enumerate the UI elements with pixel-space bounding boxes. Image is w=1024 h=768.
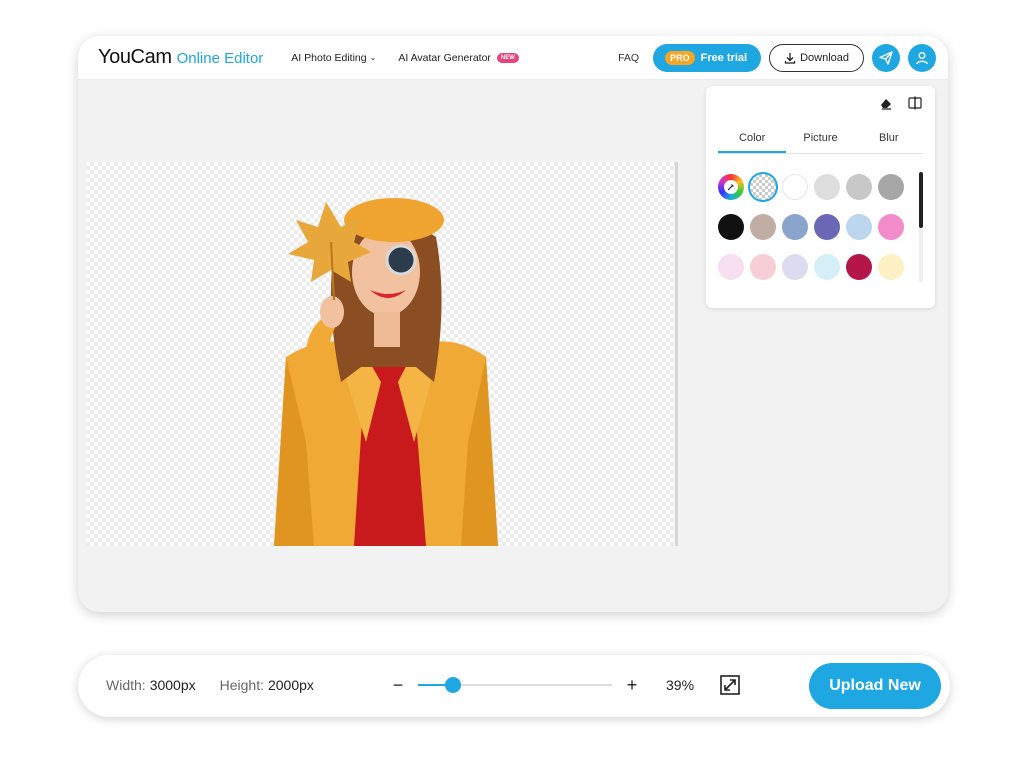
- editor-window: YouCam Online Editor AI Photo Editing ⌄ …: [78, 36, 948, 612]
- download-icon: [784, 52, 796, 64]
- image-dimensions: Width: 3000px Height: 2000px: [106, 677, 338, 693]
- bottom-toolbar: Width: 3000px Height: 2000px − + 39% Upl…: [78, 655, 950, 717]
- swatch-pale-cyan[interactable]: [814, 254, 840, 280]
- upload-new-button[interactable]: Upload New: [809, 663, 941, 709]
- nav-ai-photo-editing[interactable]: AI Photo Editing ⌄: [291, 52, 376, 64]
- height-value: 2000px: [267, 677, 314, 693]
- eyedropper-icon: [724, 180, 738, 194]
- download-button[interactable]: Download: [769, 43, 864, 72]
- new-badge: NEW: [496, 52, 519, 63]
- panel-tabs: Color Picture Blur: [718, 126, 923, 154]
- swatch-gray[interactable]: [846, 174, 872, 200]
- fit-screen-button[interactable]: [719, 674, 741, 701]
- faq-link[interactable]: FAQ: [618, 52, 639, 64]
- swatch-cream[interactable]: [878, 254, 904, 280]
- swatch-transparent[interactable]: [750, 174, 776, 200]
- download-label: Download: [800, 51, 849, 64]
- logo-sub: Online Editor: [176, 50, 264, 67]
- subject-photo: [274, 198, 498, 546]
- compare-icon: [908, 96, 922, 110]
- expand-icon: [720, 675, 740, 695]
- zoom-out-button[interactable]: −: [390, 673, 406, 697]
- swatch-lavender-blush[interactable]: [718, 254, 744, 280]
- color-swatch-grid: [718, 174, 914, 280]
- swatch-steel-blue[interactable]: [782, 214, 808, 240]
- scrollbar-thumb[interactable]: [919, 172, 923, 228]
- swatch-black[interactable]: [718, 214, 744, 240]
- pro-badge: PRO: [665, 50, 695, 65]
- zoom-slider-knob[interactable]: [444, 677, 461, 693]
- send-button[interactable]: [872, 43, 900, 72]
- send-icon: [879, 50, 893, 65]
- logo[interactable]: YouCam Online Editor: [98, 46, 263, 69]
- logo-main: YouCam: [98, 46, 172, 68]
- panel-tools: [865, 96, 923, 110]
- compare-button[interactable]: [907, 96, 923, 110]
- chevron-down-icon: ⌄: [369, 53, 377, 62]
- canvas-edge: [675, 162, 678, 546]
- eraser-button[interactable]: [879, 96, 893, 110]
- swatch-light-blue[interactable]: [846, 214, 872, 240]
- swatch-indigo[interactable]: [814, 214, 840, 240]
- account-button[interactable]: [908, 43, 936, 72]
- zoom-controls: − +: [390, 673, 640, 697]
- tab-color[interactable]: Color: [718, 126, 787, 153]
- zoom-slider[interactable]: [418, 673, 612, 697]
- editing-canvas[interactable]: [86, 162, 676, 546]
- height-label: Height:: [219, 677, 264, 693]
- top-navbar: YouCam Online Editor AI Photo Editing ⌄ …: [78, 36, 948, 80]
- nav-ai-photo-editing-label: AI Photo Editing: [291, 51, 367, 64]
- free-trial-button[interactable]: PRO Free trial: [653, 43, 762, 72]
- background-panel: Color Picture Blur: [706, 86, 935, 308]
- eraser-icon: [881, 99, 891, 110]
- width-label: Width:: [106, 677, 146, 693]
- user-icon: [916, 51, 928, 64]
- free-trial-label: Free trial: [700, 51, 748, 64]
- swatch-white[interactable]: [782, 174, 808, 200]
- tab-picture[interactable]: Picture: [786, 126, 854, 153]
- swatch-taupe[interactable]: [750, 214, 776, 240]
- nav-ai-avatar-generator[interactable]: AI Avatar Generator NEW: [398, 52, 519, 64]
- swatch-lavender[interactable]: [782, 254, 808, 280]
- nav-ai-avatar-generator-label: AI Avatar Generator: [398, 51, 491, 64]
- height-info: Height: 2000px: [220, 677, 314, 693]
- swatch-light-gray[interactable]: [814, 174, 840, 200]
- zoom-in-button[interactable]: +: [624, 673, 640, 697]
- swatch-scrollbar[interactable]: [919, 172, 923, 282]
- swatch-crimson[interactable]: [846, 254, 872, 280]
- swatch-pink[interactable]: [878, 214, 904, 240]
- swatch-dark-gray[interactable]: [878, 174, 904, 200]
- tab-blur[interactable]: Blur: [855, 126, 923, 153]
- swatch-blush[interactable]: [750, 254, 776, 280]
- width-info: Width: 3000px: [106, 677, 196, 693]
- width-value: 3000px: [149, 677, 196, 693]
- zoom-percentage: 39%: [666, 677, 695, 693]
- swatch-color-picker[interactable]: [718, 174, 744, 200]
- main-nav: AI Photo Editing ⌄ AI Avatar Generator N…: [291, 52, 541, 64]
